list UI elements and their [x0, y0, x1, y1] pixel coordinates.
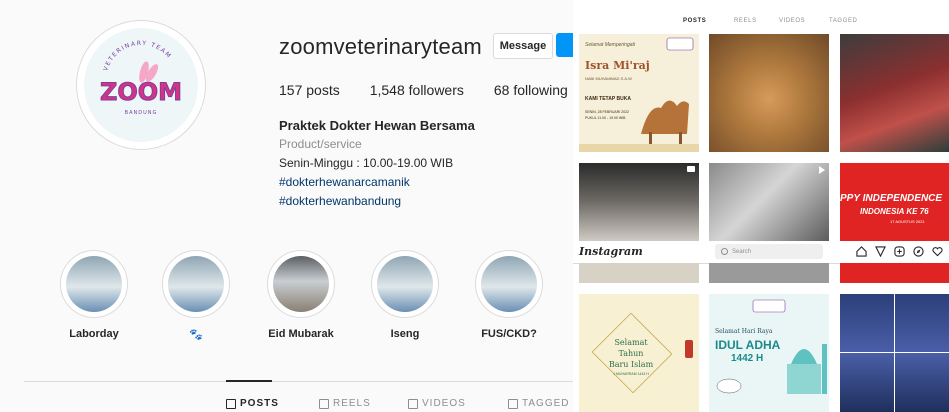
logo-brand-text: ZOOM	[100, 78, 182, 106]
tab-label: REELS	[333, 398, 371, 409]
post-text: 17 AGUSTUS 2021	[890, 219, 925, 224]
profile-username: zoomveterinaryteam	[279, 34, 482, 59]
tab-label: POSTS	[240, 398, 279, 409]
posts-count: 157 posts	[279, 82, 340, 98]
highlight-laborday[interactable]: Laborday	[49, 250, 139, 340]
highlight-iseng[interactable]: Iseng	[360, 250, 450, 340]
search-icon	[721, 248, 728, 255]
post-photo-strip[interactable]	[840, 263, 949, 283]
post-photo-cage[interactable]	[840, 34, 949, 152]
following-count[interactable]: 68 following	[494, 82, 568, 98]
post-text: Selamat	[614, 338, 648, 347]
collage-divider	[840, 352, 949, 353]
post-text: INDONESIA KE 76	[860, 207, 929, 216]
profile-stats: 157 posts 1,548 followers 68 following	[279, 82, 598, 98]
bio-hours: Senin-Minggu : 10.00-19.00 WIB	[279, 156, 454, 170]
bio-hashtag-link[interactable]: #dokterhewanarcamanik	[279, 175, 410, 189]
post-photo-strip[interactable]	[579, 263, 699, 283]
post-independence[interactable]: PPY INDEPENDENCE INDONESIA KE 76 17 AGUS…	[840, 163, 949, 241]
post-text: Tahun	[618, 349, 644, 358]
mosque-illustration	[716, 299, 827, 394]
collage-divider	[894, 294, 895, 412]
highlight-fus-ckd[interactable]: FUS/CKD?	[464, 250, 554, 340]
tab-videos[interactable]: VIDEOS	[408, 398, 466, 409]
highlight-label: 🐾	[189, 329, 203, 341]
camel-illustration	[579, 37, 699, 152]
highlight-cover-image	[168, 256, 224, 312]
highlight-cover-image	[377, 256, 433, 312]
post-team-collage[interactable]	[840, 294, 949, 412]
mini-tab-posts[interactable]: POSTS	[683, 18, 706, 24]
highlight-paw[interactable]: 🐾	[151, 250, 241, 341]
search-input[interactable]: Search	[715, 244, 823, 259]
tab-label: TAGGED	[522, 398, 570, 409]
home-icon[interactable]	[856, 246, 867, 257]
mini-tab-videos[interactable]: VIDEOS	[779, 18, 805, 24]
logo-arc-text: VETERINARY TEAM	[102, 40, 171, 72]
tab-reels[interactable]: REELS	[319, 398, 371, 409]
tabs-divider	[24, 381, 573, 382]
post-isra-miraj[interactable]: Selamat Memperingati Isra Mi'raj NABI MU…	[579, 34, 699, 152]
highlight-eid-mubarak[interactable]: Eid Mubarak	[256, 250, 346, 340]
highlight-label: Iseng	[390, 328, 420, 340]
highlight-cover-image	[66, 256, 122, 312]
instagram-logo[interactable]: Instagram	[579, 245, 643, 258]
post-photo-strip[interactable]	[709, 263, 829, 283]
grid-icon	[226, 398, 236, 409]
profile-avatar[interactable]: VETERINARY TEAM ZOOM BANDUNG	[84, 28, 198, 142]
logo-city-text: BANDUNG	[125, 110, 158, 116]
post-text: Baru Islam	[608, 360, 654, 369]
post-photo-cat-bowl[interactable]	[709, 34, 829, 152]
post-text: PPY INDEPENDENCE	[840, 193, 943, 204]
tag-icon	[508, 398, 518, 409]
tab-posts[interactable]: POSTS	[226, 398, 279, 409]
highlight-label: Eid Mubarak	[268, 328, 334, 340]
heart-icon[interactable]	[932, 246, 943, 257]
highlight-cover-image	[273, 256, 329, 312]
tab-tagged[interactable]: TAGGED	[508, 398, 569, 409]
post-islamic-new-year[interactable]: Selamat Tahun Baru Islam 1 MUHARRAM 1443…	[579, 294, 699, 412]
new-post-icon[interactable]	[894, 246, 905, 257]
bio-name: Praktek Dokter Hewan Bersama	[279, 118, 475, 133]
direct-icon[interactable]	[875, 246, 886, 257]
bio-hashtag-link[interactable]: #dokterhewanbandung	[279, 194, 401, 208]
explore-icon[interactable]	[913, 246, 924, 257]
post-photo-equipment[interactable]	[709, 163, 829, 241]
post-photo-syringe[interactable]	[579, 163, 699, 241]
carousel-icon	[687, 166, 695, 172]
zoom-logo: VETERINARY TEAM ZOOM BANDUNG	[99, 40, 182, 116]
highlight-cover-image	[481, 256, 537, 312]
tab-label: VIDEOS	[422, 398, 466, 409]
follow-button[interactable]	[556, 33, 573, 57]
video-play-icon	[819, 166, 825, 174]
reels-icon	[319, 398, 329, 409]
highlight-label: Laborday	[69, 328, 119, 340]
svg-text:VETERINARY TEAM: VETERINARY TEAM	[102, 40, 173, 72]
lantern-icon	[685, 340, 693, 358]
active-tab-indicator	[226, 380, 272, 382]
post-text: 1 MUHARRAM 1443 H	[613, 372, 649, 376]
search-placeholder: Search	[732, 248, 752, 255]
mini-tab-tagged[interactable]: TAGGED	[829, 18, 858, 24]
mini-tab-reels[interactable]: REELS	[734, 18, 757, 24]
highlight-label: FUS/CKD?	[481, 328, 537, 340]
video-icon	[408, 398, 418, 409]
followers-count[interactable]: 1,548 followers	[370, 82, 464, 98]
post-idul-adha[interactable]: Selamat Hari Raya IDUL ADHA 1442 H	[709, 294, 829, 412]
message-button[interactable]: Message	[493, 33, 553, 59]
bio-category: Product/service	[279, 137, 362, 151]
